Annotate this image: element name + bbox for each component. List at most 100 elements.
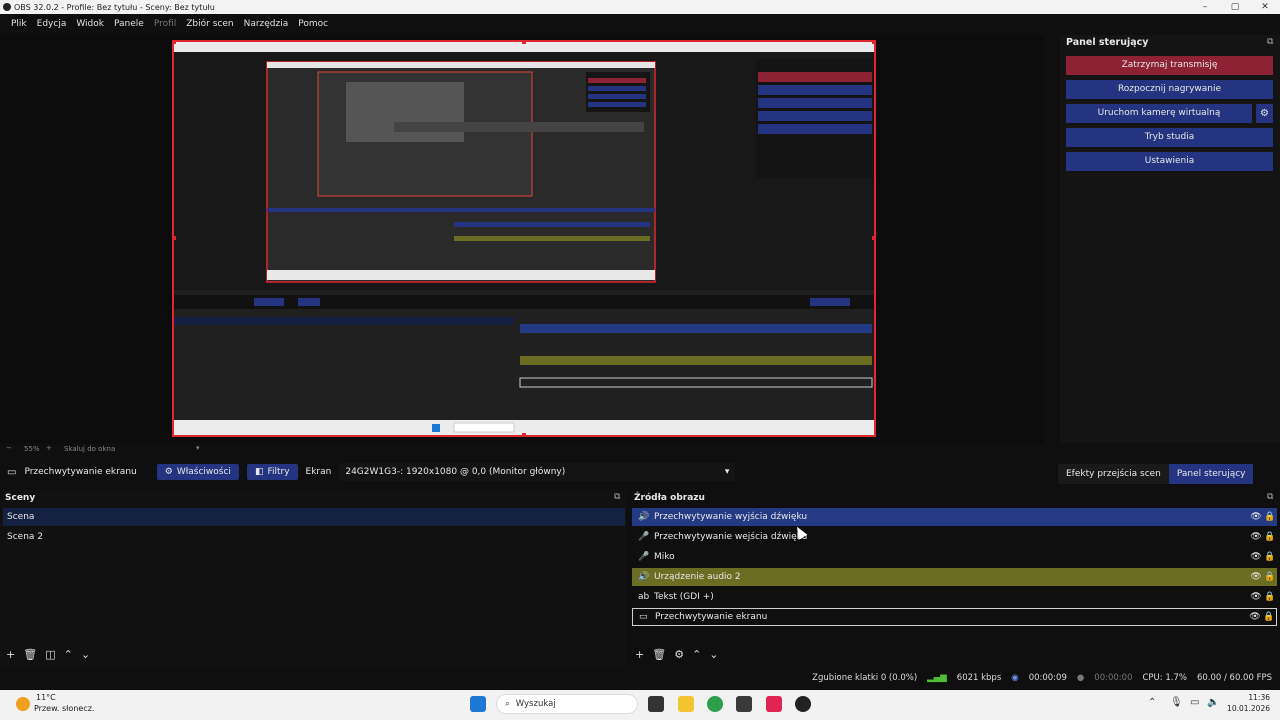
weather-icon [16,697,30,711]
chevron-down-icon[interactable]: ⌄ [709,648,718,661]
trash-icon[interactable]: 🗑 [23,648,37,661]
chevron-up-icon[interactable]: ⌃ [1148,697,1156,708]
volume-icon[interactable]: 🔈 [1207,697,1219,708]
menu-panele[interactable]: Panele [109,19,149,29]
source-item[interactable]: ab Tekst (GDI +) 👁 🔒 [632,588,1277,606]
eye-icon[interactable]: 👁 [1249,572,1263,582]
eye-icon[interactable]: 👁 [1249,552,1263,562]
properties-label: Właściwości [176,467,231,477]
chevron-up-icon[interactable]: ⌃ [64,648,73,661]
mic-icon[interactable]: 🎙 [1170,697,1183,708]
resize-handle[interactable] [522,42,526,44]
windows-start-icon[interactable] [470,696,486,712]
scenes-title: Sceny [5,493,36,503]
add-icon[interactable]: + [6,648,15,661]
start-virtual-camera-button[interactable]: Uruchom kamerę wirtualną [1066,104,1252,123]
taskbar [0,690,1280,720]
dock-float-icon[interactable]: ⧉ [614,492,620,502]
menu-narzedzia[interactable]: Narzędzia [239,19,294,29]
resize-handle[interactable] [174,42,176,44]
menu-bar: Plik Edycja Widok Panele Profil Zbiór sc… [0,16,1280,32]
filter-icon[interactable]: ◫ [45,648,55,661]
resize-handle[interactable] [872,42,874,44]
fps: 60.00 / 60.00 FPS [1196,673,1272,683]
eye-icon[interactable]: 👁 [1248,612,1262,622]
lock-icon[interactable]: 🔒 [1263,552,1277,562]
gear-icon[interactable]: ⚙ [1256,104,1273,123]
menu-zbior-scen[interactable]: Zbiór scen [181,19,238,29]
lock-icon[interactable]: 🔒 [1263,592,1277,602]
stream-icon: ◉ [1011,673,1019,683]
tab-control-panel[interactable]: Panel sterujący [1168,464,1254,484]
window-title-bar: OBS 32.0.2 - Profile: Bez tytułu - Sceny… [0,0,1280,14]
chevron-down-icon[interactable]: ⌄ [81,648,90,661]
add-icon[interactable]: + [635,648,644,661]
sources-title: Źródła obrazu [634,493,705,503]
resize-handle[interactable] [174,236,176,240]
chrome-icon[interactable] [707,696,723,712]
resize-handle[interactable] [522,433,526,435]
dropped-frames: Zgubione klatki 0 (0.0%) [812,673,918,683]
chevron-down-icon[interactable]: ▾ [196,444,200,452]
source-label: Przechwytywanie wejścia dźwięku [654,532,808,542]
source-item[interactable]: 🎤 Przechwytywanie wejścia dźwięku 👁 🔒 [632,528,1277,546]
obs-app-icon [3,3,11,11]
file-explorer-icon[interactable] [678,696,694,712]
task-view-icon[interactable] [648,696,664,712]
properties-button[interactable]: ⚙ Właściwości [156,464,239,480]
eye-icon[interactable]: 👁 [1249,532,1263,542]
dock-float-icon[interactable]: ⧉ [1267,492,1273,502]
resize-handle[interactable] [872,236,874,240]
selected-source-name: Przechwytywanie ekranu [24,467,137,477]
maximize-button[interactable]: ▢ [1220,0,1250,14]
close-button[interactable]: ✕ [1250,0,1280,14]
taskbar-search[interactable]: ⌕ Wyszukaj [496,694,638,714]
settings-button[interactable]: Ustawienia [1066,152,1273,171]
preview-canvas[interactable] [172,40,876,437]
weather-desc: Przew. słonecz. [34,704,95,713]
lock-icon[interactable]: 🔒 [1263,512,1277,522]
clock[interactable]: 11:36 10.01.2026 [1227,692,1270,714]
monitor-icon: ▭ [639,612,648,622]
source-item[interactable]: 🔊 Przechwytywanie wyjścia dźwięku 👁 🔒 [632,508,1277,526]
chevron-up-icon[interactable]: ⌃ [692,648,701,661]
menu-widok[interactable]: Widok [71,19,109,29]
trash-icon[interactable]: 🗑 [652,648,666,661]
scene-item[interactable]: Scena [3,508,625,526]
zoom-mode[interactable]: Skaluj do okna [64,445,115,453]
obs-taskbar-icon[interactable] [795,696,811,712]
tab-transitions[interactable]: Efekty przejścia scen [1058,464,1169,484]
source-toolbar: ▭ Przechwytywanie ekranu ⚙ Właściwości ◧ F… [0,460,1044,484]
dock-float-icon[interactable]: ⧉ [1267,37,1273,47]
mic-icon: 🎤 [638,532,650,542]
stop-stream-button[interactable]: Zatrzymaj transmisję [1066,56,1273,75]
tiktok-icon[interactable] [766,696,782,712]
filters-button[interactable]: ◧ Filtry [246,464,298,480]
source-item[interactable]: 🎤 Miko 👁 🔒 [632,548,1277,566]
menu-pomoc[interactable]: Pomoc [293,19,333,29]
start-recording-button[interactable]: Rozpocznij nagrywanie [1066,80,1273,99]
text-icon: ab [638,592,650,602]
lock-icon[interactable]: 🔒 [1263,532,1277,542]
zoom-out-icon[interactable]: − [6,444,12,452]
network-icon[interactable]: ▭ [1190,697,1199,708]
lock-icon[interactable]: 🔒 [1262,612,1276,622]
source-item[interactable]: 🔊 Urządzenie audio 2 👁 🔒 [632,568,1277,586]
screen-select[interactable]: 24G2W1G3-: 1920x1080 @ 0,0 (Monitor głów… [339,463,736,481]
menu-edycja[interactable]: Edycja [32,19,72,29]
zoom-in-icon[interactable]: + [46,444,52,452]
menu-plik[interactable]: Plik [6,19,32,29]
menu-profil[interactable]: Profil [149,19,181,29]
eye-icon[interactable]: 👁 [1249,512,1263,522]
minimize-button[interactable]: – [1190,0,1220,14]
zoom-percent: 55% [24,445,40,453]
gear-icon[interactable]: ⚙ [674,648,684,661]
scene-item[interactable]: Scena 2 [3,528,625,546]
source-item[interactable]: ▭ Przechwytywanie ekranu 👁 🔒 [632,608,1277,626]
chevron-down-icon: ▾ [724,467,730,477]
source-label: Tekst (GDI +) [654,592,714,602]
eye-icon[interactable]: 👁 [1249,592,1263,602]
app-icon[interactable] [736,696,752,712]
studio-mode-button[interactable]: Tryb studia [1066,128,1273,147]
lock-icon[interactable]: 🔒 [1263,572,1277,582]
